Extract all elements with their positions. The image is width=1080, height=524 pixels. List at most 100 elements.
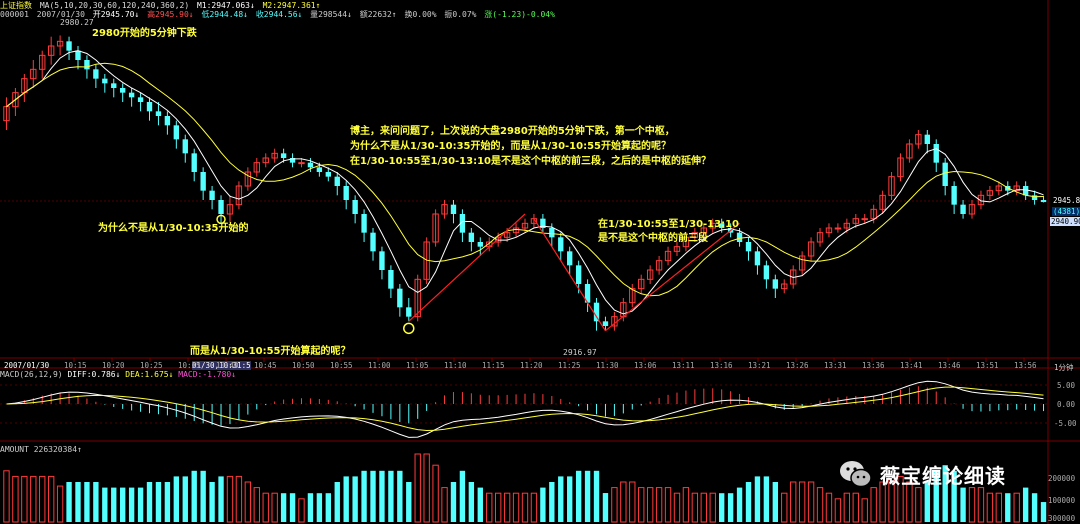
time-tick: 13:31: [824, 361, 847, 370]
volume-bar: [316, 493, 323, 522]
volume-bar: [486, 492, 493, 523]
volume-bar: [30, 475, 37, 523]
volume-bar: [682, 487, 690, 523]
macd-axis-top: 5.00: [1057, 381, 1076, 390]
candle-body-down: [146, 102, 153, 112]
candle-body-down: [155, 111, 162, 116]
volume-bar: [781, 492, 788, 523]
macd-diff-line: [6, 380, 1044, 438]
time-tick: 11:00: [368, 361, 391, 370]
time-tick: 11:20: [520, 361, 543, 370]
candle-body-down: [280, 153, 287, 158]
candle-body-down: [379, 251, 385, 270]
candle-body-down: [361, 214, 367, 233]
volume-bar: [173, 476, 180, 522]
volume-bar: [343, 476, 349, 522]
volume-bar: [709, 492, 716, 523]
volume-bar: [423, 453, 430, 523]
time-tick: 10:20: [102, 361, 125, 370]
price-box-volume: (4381): [1052, 207, 1080, 216]
volume-bar: [915, 487, 922, 523]
volume-axis-3: 300000: [1048, 514, 1076, 523]
volume-label: AMOUNT 226320384↑: [0, 445, 82, 454]
time-tick: 10:55: [330, 361, 353, 370]
time-axis-period: 1分钟: [1054, 363, 1074, 372]
volume-bar: [968, 487, 976, 523]
candle-body-down: [218, 200, 224, 214]
volume-bar: [459, 470, 466, 522]
volume-bar: [397, 470, 403, 522]
volume-bar: [602, 493, 609, 522]
high-price-label: 2980.27: [60, 18, 94, 27]
volume-bar: [146, 482, 153, 522]
volume-bar: [388, 470, 394, 522]
volume-bar: [700, 492, 707, 523]
code: 000001: [0, 10, 29, 19]
candle-body-up: [834, 227, 842, 230]
volume-bar: [56, 485, 64, 523]
volume: 量298544↓: [310, 10, 352, 19]
volume-bar: [530, 492, 538, 523]
candle-body-down: [745, 242, 752, 252]
volume-bar: [334, 482, 340, 522]
volume-bar: [986, 492, 994, 523]
time-tick: 10:35: [178, 361, 201, 370]
volume-bar: [21, 475, 28, 523]
candle-body-down: [370, 232, 376, 252]
macd-dea-line: [6, 386, 1044, 432]
volume-bar: [137, 487, 144, 522]
volume-bar: [834, 498, 842, 523]
volume-bar: [540, 487, 546, 522]
volume-bar: [736, 487, 743, 522]
volume-bar: [253, 487, 260, 523]
volume-bar: [567, 476, 573, 522]
candle-body-down: [933, 144, 939, 163]
time-tick: 10:50: [292, 361, 315, 370]
volume-bar: [558, 476, 564, 522]
volume-bar: [870, 487, 877, 523]
volume-bar: [584, 470, 591, 522]
volume-bar: [719, 493, 725, 522]
watermark: 薇宝缠论细读: [838, 459, 1006, 489]
time-tick: 13:46: [938, 361, 961, 370]
candle-body-down: [128, 92, 135, 98]
price-box-level: 2940.90: [1050, 217, 1080, 226]
trend-line-down: [533, 218, 606, 332]
candle-body-down: [209, 190, 215, 200]
annotation-right-2: 是不是这个中枢的前三段: [598, 233, 708, 244]
candle-body-down: [84, 60, 90, 70]
volume-bar: [549, 482, 555, 522]
low-price-label: 2916.97: [563, 348, 597, 357]
volume-bar: [450, 482, 457, 522]
candle-body-down: [593, 302, 600, 322]
candle-body-down: [1022, 186, 1029, 196]
ma-fast-line: [6, 50, 1044, 315]
time-tick: 13:16: [710, 361, 733, 370]
volume-bar: [977, 487, 985, 523]
macd-diff: DIFF:0.786↓: [67, 370, 121, 379]
volume-bar: [406, 482, 412, 522]
volume-bar: [244, 481, 252, 523]
candle-body-up: [298, 162, 305, 165]
candle-body-down: [200, 172, 206, 191]
volume-bar: [754, 476, 761, 522]
volume-bar: [960, 487, 966, 522]
volume-bar: [646, 487, 654, 523]
volume-bar: [763, 476, 770, 522]
volume-bar: [807, 481, 815, 523]
volume-bar: [12, 475, 19, 523]
time-tick: 11:30: [596, 361, 619, 370]
volume-bar: [84, 482, 90, 522]
volume-bar: [790, 481, 797, 523]
watermark-text: 薇宝缠论细读: [880, 463, 1006, 488]
volume-bar: [352, 476, 358, 522]
volume-bar: [200, 470, 206, 522]
candle-body-down: [567, 251, 573, 266]
volume-bar: [325, 493, 331, 522]
volume-bar: [370, 470, 376, 522]
volume-bar: [209, 482, 215, 522]
time-tick: 11:25: [558, 361, 581, 370]
candle-body-down: [942, 162, 948, 186]
volume-bar: [620, 481, 627, 523]
volume-bar: [477, 487, 483, 522]
